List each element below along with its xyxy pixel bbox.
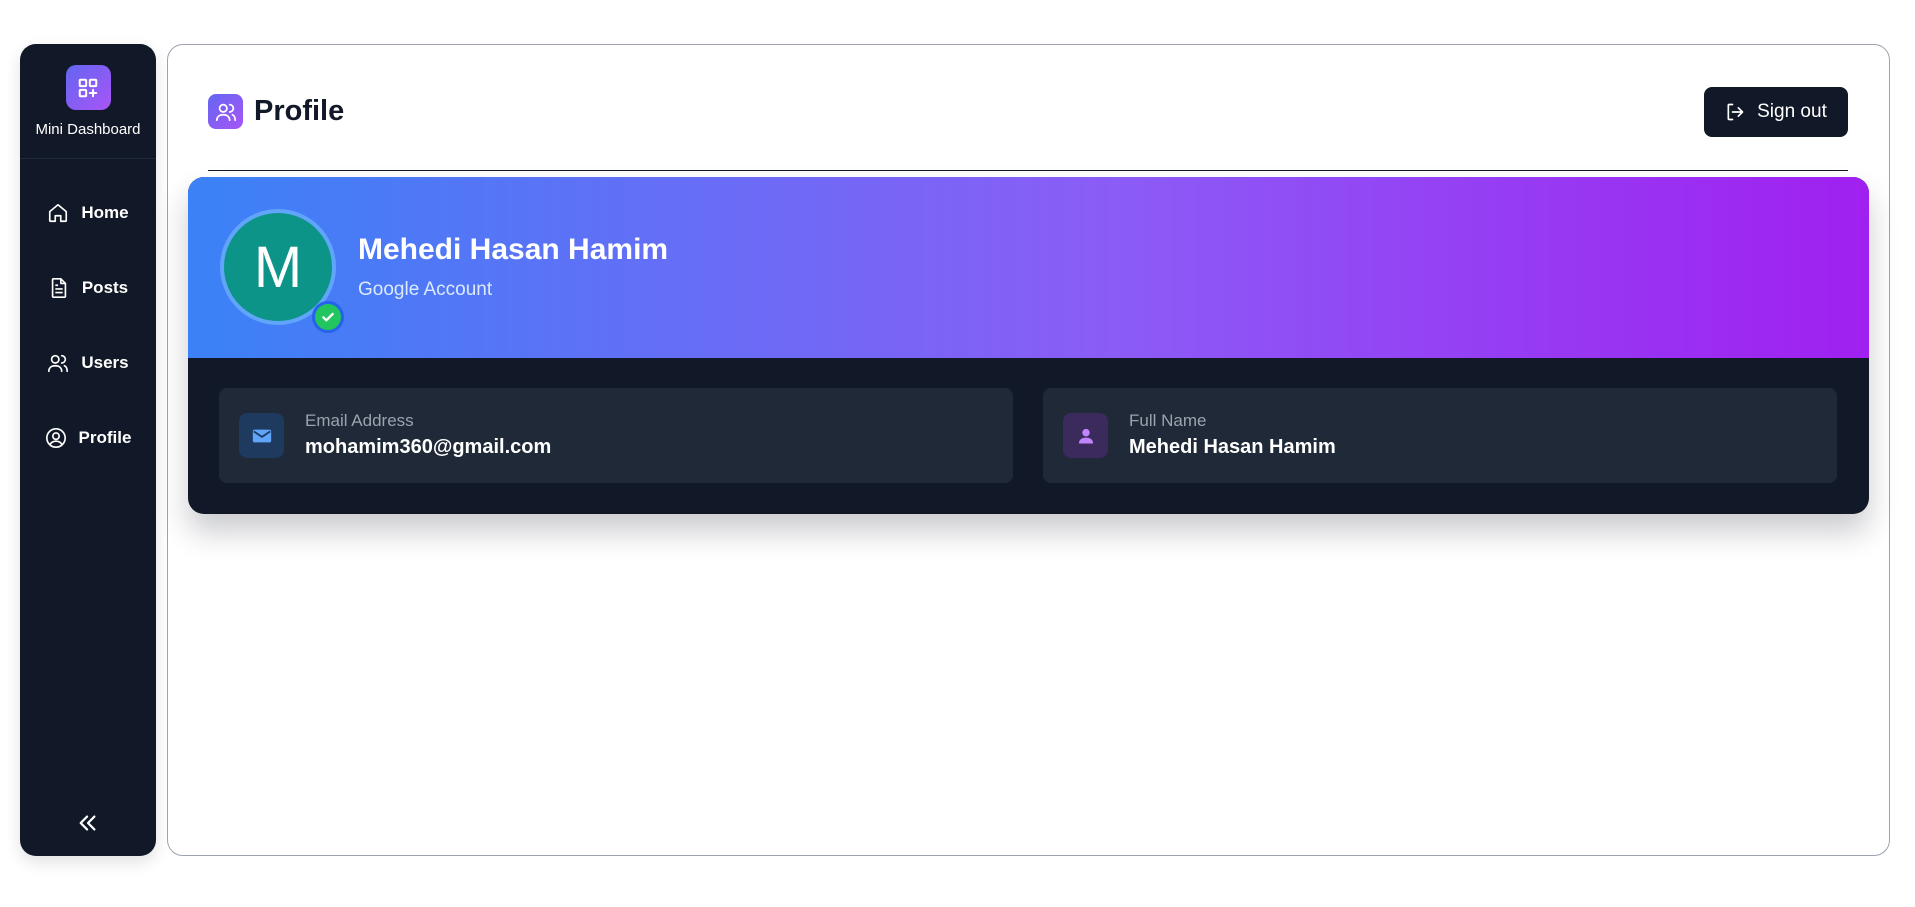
fullname-label: Full Name	[1129, 411, 1207, 430]
profile-banner	[188, 177, 1869, 358]
email-icon-box	[239, 413, 284, 458]
profile-name: Mehedi Hasan Hamim	[358, 233, 669, 266]
sidebar-item-profile[interactable]: Profile	[20, 400, 156, 475]
sidebar-item-posts[interactable]: Posts	[20, 250, 156, 325]
profile-card: M Mehedi Hasan Hamim Google Account Emai…	[188, 177, 1869, 514]
chevrons-left-icon	[79, 815, 96, 831]
check-icon	[322, 312, 334, 322]
brand-name: Mini Dashboard	[35, 121, 141, 138]
collapse-sidebar-button[interactable]	[70, 808, 106, 838]
sign-out-button[interactable]: Sign out	[1704, 87, 1848, 137]
sign-out-label: Sign out	[1757, 101, 1827, 122]
verified-badge	[312, 301, 344, 333]
sidebar-item-users[interactable]: Users	[20, 325, 156, 400]
dashboard-grid-icon	[78, 78, 98, 97]
fullname-value: Mehedi Hasan Hamim	[1129, 436, 1336, 458]
email-value: mohamim360@gmail.com	[305, 436, 552, 458]
email-label: Email Address	[305, 411, 414, 430]
sidebar-divider	[20, 158, 156, 159]
home-icon	[49, 203, 68, 222]
user-circle-icon	[45, 427, 66, 448]
sign-out-icon	[1727, 103, 1744, 121]
sidebar-item-label: Profile	[78, 427, 132, 447]
sidebar-nav: Home Posts Users Profile	[20, 175, 156, 475]
email-info-card: Email Address mohamim360@gmail.com	[219, 388, 1013, 483]
sidebar-item-home[interactable]: Home	[20, 175, 156, 250]
person-icon-box	[1063, 413, 1108, 458]
fullname-info-card: Full Name Mehedi Hasan Hamim	[1043, 388, 1837, 483]
profile-title-icon	[208, 94, 243, 129]
page-title: Profile	[254, 95, 345, 127]
logo[interactable]	[65, 65, 111, 110]
sidebar-item-label: Posts	[81, 277, 129, 297]
mail-icon	[252, 429, 271, 442]
document-icon	[51, 277, 67, 298]
page-header: Profile Sign out	[208, 65, 1848, 171]
sidebar-item-label: Home	[81, 202, 129, 222]
sidebar-item-label: Users	[81, 352, 129, 372]
users-icon	[48, 354, 69, 372]
main-panel: Profile Sign out M Mehedi Hasan Hamim Go…	[167, 44, 1890, 856]
users-icon	[215, 103, 236, 121]
account-type: Google Account	[358, 279, 493, 300]
person-icon	[1078, 428, 1093, 443]
sidebar: Mini Dashboard Home Posts Users Profile	[20, 44, 156, 856]
